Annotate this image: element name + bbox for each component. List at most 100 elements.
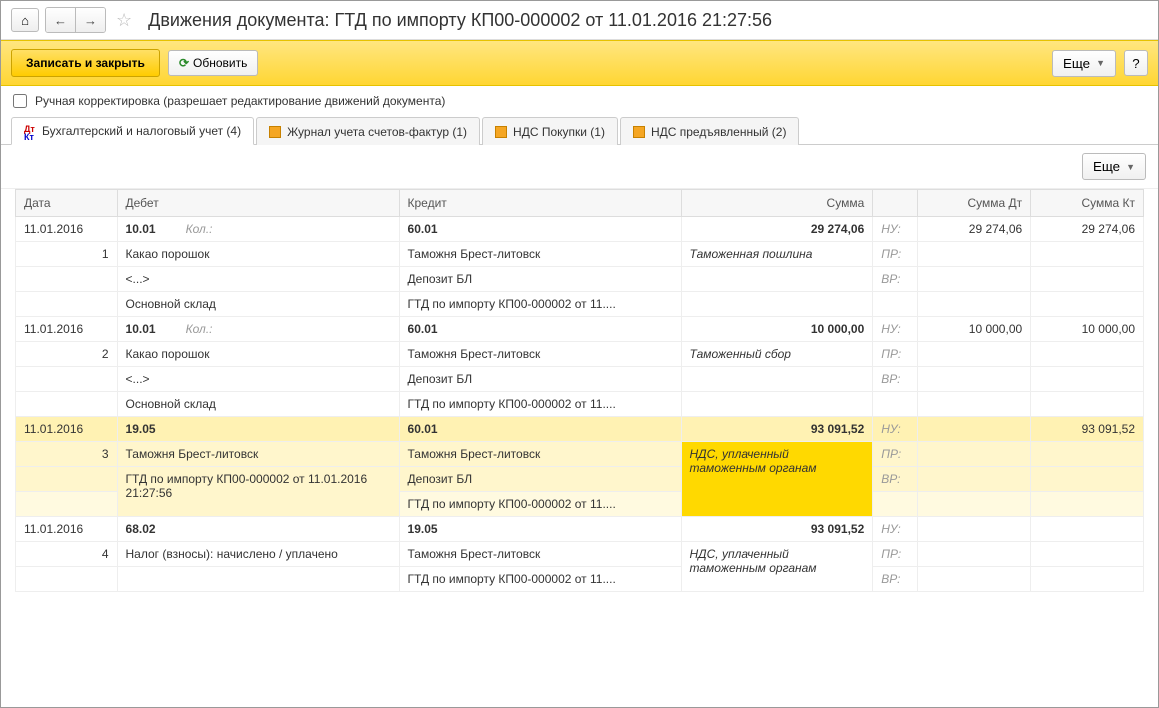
cell-empty [1031, 467, 1144, 492]
back-button[interactable]: ← [46, 8, 76, 32]
cell-empty [1031, 392, 1144, 417]
refresh-label: Обновить [193, 56, 247, 70]
cell-c1: Таможня Брест-литовск [399, 542, 681, 567]
cell-s1: Таможенный сбор [681, 342, 873, 367]
col-debit[interactable]: Дебет [117, 190, 399, 217]
cell-empty [681, 292, 873, 317]
tab-accounting[interactable]: ДтКт Бухгалтерский и налоговый учет (4) [11, 117, 254, 145]
dtkt-icon: ДтКт [24, 125, 36, 137]
arrow-left-icon: ← [54, 13, 67, 28]
cell-debit-acc: 10.01 Кол.: [117, 317, 399, 342]
table-row[interactable]: 3 Таможня Брест-литовск Таможня Брест-ли… [16, 442, 1144, 467]
table-row[interactable]: ГТД по импорту КП00-000002 от 11.... ВР: [16, 567, 1144, 592]
tab-vat-purchases[interactable]: НДС Покупки (1) [482, 117, 618, 145]
cell-sum-kt: 29 274,06 [1031, 217, 1144, 242]
col-sum[interactable]: Сумма [681, 190, 873, 217]
cell-c2: ГТД по импорту КП00-000002 от 11.... [399, 567, 681, 592]
cell-tag: ВР: [873, 267, 918, 292]
cell-tag: ВР: [873, 567, 918, 592]
manual-edit-checkbox[interactable] [13, 94, 27, 108]
table-row[interactable]: 11.01.2016 19.05 60.01 93 091,52 НУ: 93 … [16, 417, 1144, 442]
cell-empty [1031, 442, 1144, 467]
cell-d2 [117, 567, 399, 592]
postings-table: Дата Дебет Кредит Сумма Сумма Дт Сумма К… [15, 189, 1144, 592]
refresh-icon: ⟳ [179, 56, 189, 70]
cell-empty [16, 367, 118, 392]
cell-s1: НДС, уплаченный таможенным органам [681, 442, 873, 517]
table-row[interactable]: 11.01.2016 68.02 19.05 93 091,52 НУ: [16, 517, 1144, 542]
register-icon [633, 126, 645, 138]
refresh-button[interactable]: ⟳ Обновить [168, 50, 258, 76]
tab-label: НДС предъявленный (2) [651, 125, 786, 139]
cell-tag: ПР: [873, 542, 918, 567]
cell-empty [918, 367, 1031, 392]
table-row[interactable]: 1 Какао порошок Таможня Брест-литовск Та… [16, 242, 1144, 267]
cell-empty [1031, 342, 1144, 367]
cell-c3: ГТД по импорту КП00-000002 от 11.... [399, 392, 681, 417]
tab-vat-presented[interactable]: НДС предъявленный (2) [620, 117, 799, 145]
cell-empty [681, 367, 873, 392]
cell-d3: Основной склад [117, 292, 399, 317]
table-row[interactable]: ГТД по импорту КП00-000002 от 11.01.2016… [16, 467, 1144, 492]
col-tag[interactable] [873, 190, 918, 217]
tabs: ДтКт Бухгалтерский и налоговый учет (4) … [1, 116, 1158, 145]
app-window: ⌂ ← → ☆ Движения документа: ГТД по импор… [0, 0, 1159, 708]
cell-tag: ВР: [873, 367, 918, 392]
cell-credit-acc: 60.01 [399, 317, 681, 342]
cell-empty [16, 467, 118, 492]
arrow-right-icon: → [84, 13, 97, 28]
cell-c1: Таможня Брест-литовск [399, 242, 681, 267]
table-row[interactable]: Основной склад ГТД по импорту КП00-00000… [16, 392, 1144, 417]
help-button[interactable]: ? [1124, 50, 1148, 76]
table-row[interactable]: 2 Какао порошок Таможня Брест-литовск Та… [16, 342, 1144, 367]
cell-empty [1031, 292, 1144, 317]
chevron-down-icon: ▼ [1126, 162, 1135, 172]
table-row[interactable]: Основной склад ГТД по импорту КП00-00000… [16, 292, 1144, 317]
cell-sum-kt: 10 000,00 [1031, 317, 1144, 342]
cell-s1: Таможенная пошлина [681, 242, 873, 267]
favorite-star-icon[interactable]: ☆ [112, 10, 136, 31]
cell-empty [1031, 567, 1144, 592]
cell-d1: Таможня Брест-литовск [117, 442, 399, 467]
cell-d2: <...> [117, 267, 399, 292]
cell-empty [681, 267, 873, 292]
cell-tag: ПР: [873, 342, 918, 367]
table-row[interactable]: <...> Депозит БЛ ВР: [16, 267, 1144, 292]
cell-empty [873, 492, 918, 517]
cell-sum: 93 091,52 [681, 517, 873, 542]
cell-s1: НДС, уплаченный таможенным органам [681, 542, 873, 592]
table-row[interactable]: 4 Налог (взносы): начислено / уплачено Т… [16, 542, 1144, 567]
col-credit[interactable]: Кредит [399, 190, 681, 217]
cell-empty [918, 342, 1031, 367]
cell-empty [16, 567, 118, 592]
cell-empty [1031, 367, 1144, 392]
cell-c2: Депозит БЛ [399, 367, 681, 392]
action-bar: Записать и закрыть ⟳ Обновить Еще ▼ ? [1, 40, 1158, 86]
cell-tag: НУ: [873, 217, 918, 242]
col-sum-dt[interactable]: Сумма Дт [918, 190, 1031, 217]
cell-empty [918, 267, 1031, 292]
more-button[interactable]: Еще ▼ [1052, 50, 1116, 77]
save-close-button[interactable]: Записать и закрыть [11, 49, 160, 77]
col-date[interactable]: Дата [16, 190, 118, 217]
col-sum-kt[interactable]: Сумма Кт [1031, 190, 1144, 217]
table-row[interactable]: 11.01.2016 10.01 Кол.: 60.01 29 274,06 Н… [16, 217, 1144, 242]
cell-d1: Какао порошок [117, 242, 399, 267]
tab-invoice-journal[interactable]: Журнал учета счетов-фактур (1) [256, 117, 480, 145]
cell-date: 11.01.2016 [16, 417, 118, 442]
table-header-row: Дата Дебет Кредит Сумма Сумма Дт Сумма К… [16, 190, 1144, 217]
table-row[interactable]: <...> Депозит БЛ ВР: [16, 367, 1144, 392]
manual-edit-row: Ручная корректировка (разрешает редактир… [1, 86, 1158, 116]
cell-sum: 10 000,00 [681, 317, 873, 342]
top-toolbar: ⌂ ← → ☆ Движения документа: ГТД по импор… [1, 1, 1158, 40]
cell-tag: НУ: [873, 417, 918, 442]
table-row[interactable]: 11.01.2016 10.01 Кол.: 60.01 10 000,00 Н… [16, 317, 1144, 342]
forward-button[interactable]: → [76, 8, 105, 32]
register-icon [495, 126, 507, 138]
cell-n: 1 [16, 242, 118, 267]
cell-d1: Налог (взносы): начислено / уплачено [117, 542, 399, 567]
cell-empty [1031, 242, 1144, 267]
nav-group: ← → [45, 7, 106, 33]
home-button[interactable]: ⌂ [11, 8, 39, 32]
sub-more-button[interactable]: Еще ▼ [1082, 153, 1146, 180]
